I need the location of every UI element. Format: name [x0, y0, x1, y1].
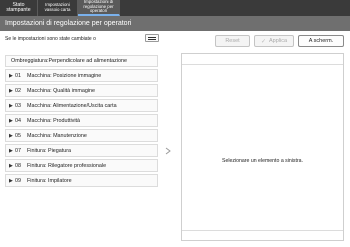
page-title: Impostazioni di regolazione per operator…	[0, 16, 350, 31]
list-item-number: 07	[15, 147, 21, 154]
collapse-icon	[148, 36, 156, 40]
list-item[interactable]: ▶ 04 Macchina: Produttività	[5, 114, 158, 127]
change-notice-text: Se le impostazioni sono state cambiate o	[5, 36, 96, 42]
reset-button[interactable]: Reset	[215, 35, 250, 47]
list-item[interactable]: ▶ 03 Macchina: Alimentazione/Uscita cart…	[5, 99, 158, 112]
list-item[interactable]: ▶ 07 Finitura: Piegatura	[5, 144, 158, 157]
list-item-number: 05	[15, 132, 21, 139]
list-item-label: Macchina: Posizione immagine	[27, 72, 102, 79]
detail-panel-header-divider	[182, 64, 343, 65]
list-item-number: 08	[15, 162, 21, 169]
list-item[interactable]: ▶ 08 Finitura: Rilegatore professionale	[5, 159, 158, 172]
list-item-number: 09	[15, 177, 21, 184]
chevron-right-icon	[165, 147, 171, 155]
apply-button[interactable]: ✓ Applica	[254, 35, 294, 47]
list-item-number: 02	[15, 87, 21, 94]
list-item-label: Macchina: Qualità immagine	[27, 87, 96, 94]
list-item[interactable]: ▶ 01 Macchina: Posizione immagine	[5, 69, 158, 82]
detail-panel-footer-divider	[182, 230, 343, 231]
list-item-shading[interactable]: Ombreggiatura:Perpendicolare ad alimenta…	[5, 55, 158, 67]
list-item-label: Finitura: Rilegatore professionale	[27, 162, 107, 169]
list-item-label: Finitura: Piegatura	[27, 147, 72, 154]
list-item-number: 03	[15, 102, 21, 109]
list-item-label: Macchina: Alimentazione/Uscita carta	[27, 102, 117, 109]
apply-button-label: Applica	[268, 38, 288, 44]
top-tab-bar: Stato stampante Impostazioni vassoio car…	[0, 0, 350, 16]
list-item-label: Macchina: Manutenzione	[27, 132, 87, 139]
collapse-toggle-button[interactable]	[145, 34, 159, 42]
list-item-label: Macchina: Produttività	[27, 117, 81, 124]
full-screen-button[interactable]: A scherm.	[298, 35, 344, 47]
list-item[interactable]: ▶ 09 Finitura: Impilatore	[5, 174, 158, 187]
detail-panel: Selezionare un elemento a sinistra.	[181, 53, 344, 241]
tab-printer-status[interactable]: Stato stampante	[0, 0, 38, 16]
list-item-number: 01	[15, 72, 21, 79]
tab-operator-adjustment-settings[interactable]: Impostazioni di regolazione per operator…	[78, 0, 120, 16]
tab-paper-tray-settings[interactable]: Impostazioni vassoio carta	[38, 0, 78, 16]
list-item[interactable]: ▶ 05 Macchina: Manutenzione	[5, 129, 158, 142]
empty-selection-message: Selezionare un elemento a sinistra.	[221, 158, 304, 164]
list-item[interactable]: ▶ 02 Macchina: Qualità immagine	[5, 84, 158, 97]
check-icon: ✓	[260, 38, 266, 45]
settings-list: Ombreggiatura:Perpendicolare ad alimenta…	[5, 55, 158, 189]
list-item-label: Finitura: Impilatore	[27, 177, 72, 184]
list-item-number: 04	[15, 117, 21, 124]
